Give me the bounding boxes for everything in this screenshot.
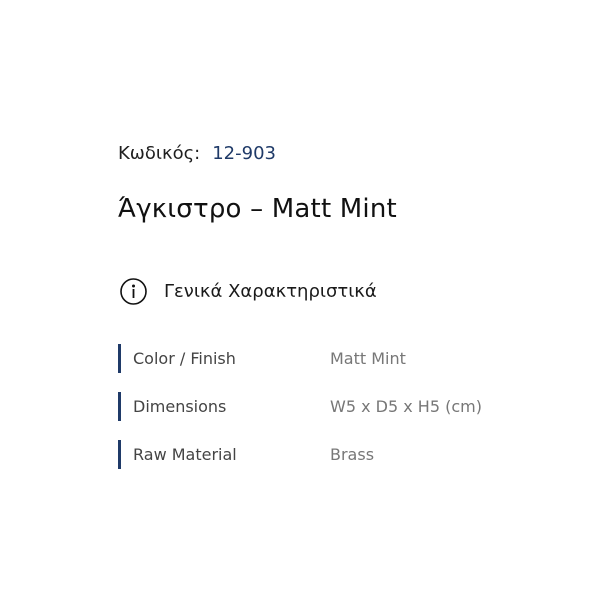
spec-row-dimensions: Dimensions W5 x D5 x H5 (cm) bbox=[118, 392, 538, 421]
specs-list: Color / Finish Matt Mint Dimensions W5 x… bbox=[118, 344, 538, 488]
info-icon bbox=[120, 277, 147, 305]
product-code-label: Κωδικός: bbox=[118, 143, 201, 164]
product-details: Κωδικός: 12-903 Άγκιστρο – Matt Mint Γεν… bbox=[118, 0, 558, 600]
spec-label: Raw Material bbox=[133, 445, 237, 464]
spec-accent-bar bbox=[118, 392, 121, 421]
spec-row-color-finish: Color / Finish Matt Mint bbox=[118, 344, 538, 373]
product-title: Άγκιστρο – Matt Mint bbox=[118, 194, 397, 224]
product-code: Κωδικός: 12-903 bbox=[118, 143, 276, 169]
spec-accent-bar bbox=[118, 440, 121, 469]
general-features-title: Γενικά Χαρακτηριστικά bbox=[164, 280, 377, 302]
product-code-value: 12-903 bbox=[212, 143, 276, 164]
spec-value: Brass bbox=[330, 445, 375, 464]
spec-value: Matt Mint bbox=[330, 349, 406, 368]
general-features-header: Γενικά Χαρακτηριστικά bbox=[120, 276, 377, 306]
spec-label: Color / Finish bbox=[133, 349, 236, 368]
spec-label: Dimensions bbox=[133, 397, 227, 416]
spec-accent-bar bbox=[118, 344, 121, 373]
spec-value: W5 x D5 x H5 (cm) bbox=[330, 397, 482, 416]
spec-row-raw-material: Raw Material Brass bbox=[118, 440, 538, 469]
